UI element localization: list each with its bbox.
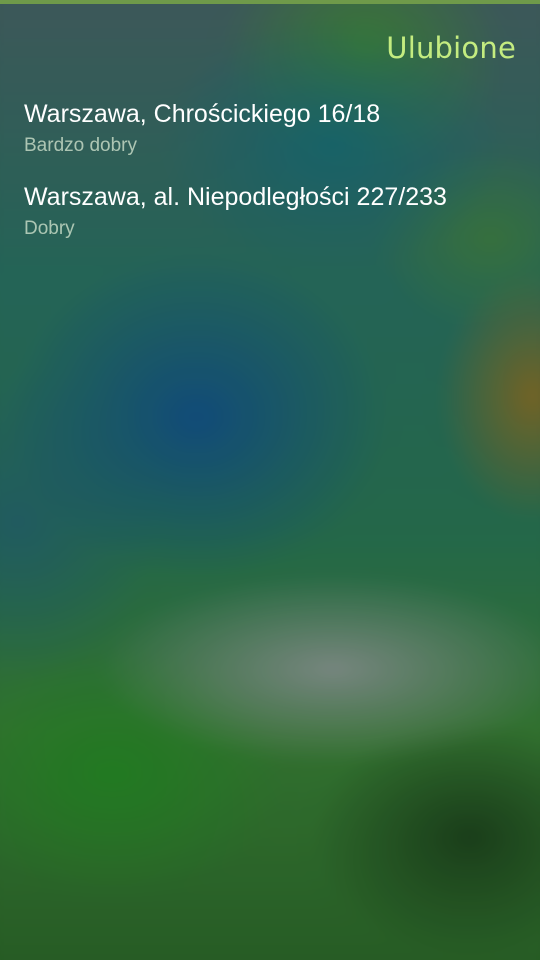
air-quality-label: Dobry — [24, 218, 75, 239]
top-accent-line — [0, 0, 540, 4]
air-quality-label: Bardzo dobry — [24, 135, 138, 156]
favorites-list: Warszawa, Chrościckiego 16/18 Bardzo dob… — [0, 94, 540, 260]
list-item-favorite-1[interactable]: Warszawa, Chrościckiego 16/18 Bardzo dob… — [0, 94, 540, 177]
page-title: Ulubione — [386, 31, 516, 65]
favorite-address: Warszawa, Chrościckiego 16/18 — [24, 100, 381, 128]
list-item-favorite-2[interactable]: Warszawa, al. Niepodległości 227/233 Dob… — [0, 177, 540, 260]
favorite-address: Warszawa, al. Niepodległości 227/233 — [24, 183, 447, 211]
